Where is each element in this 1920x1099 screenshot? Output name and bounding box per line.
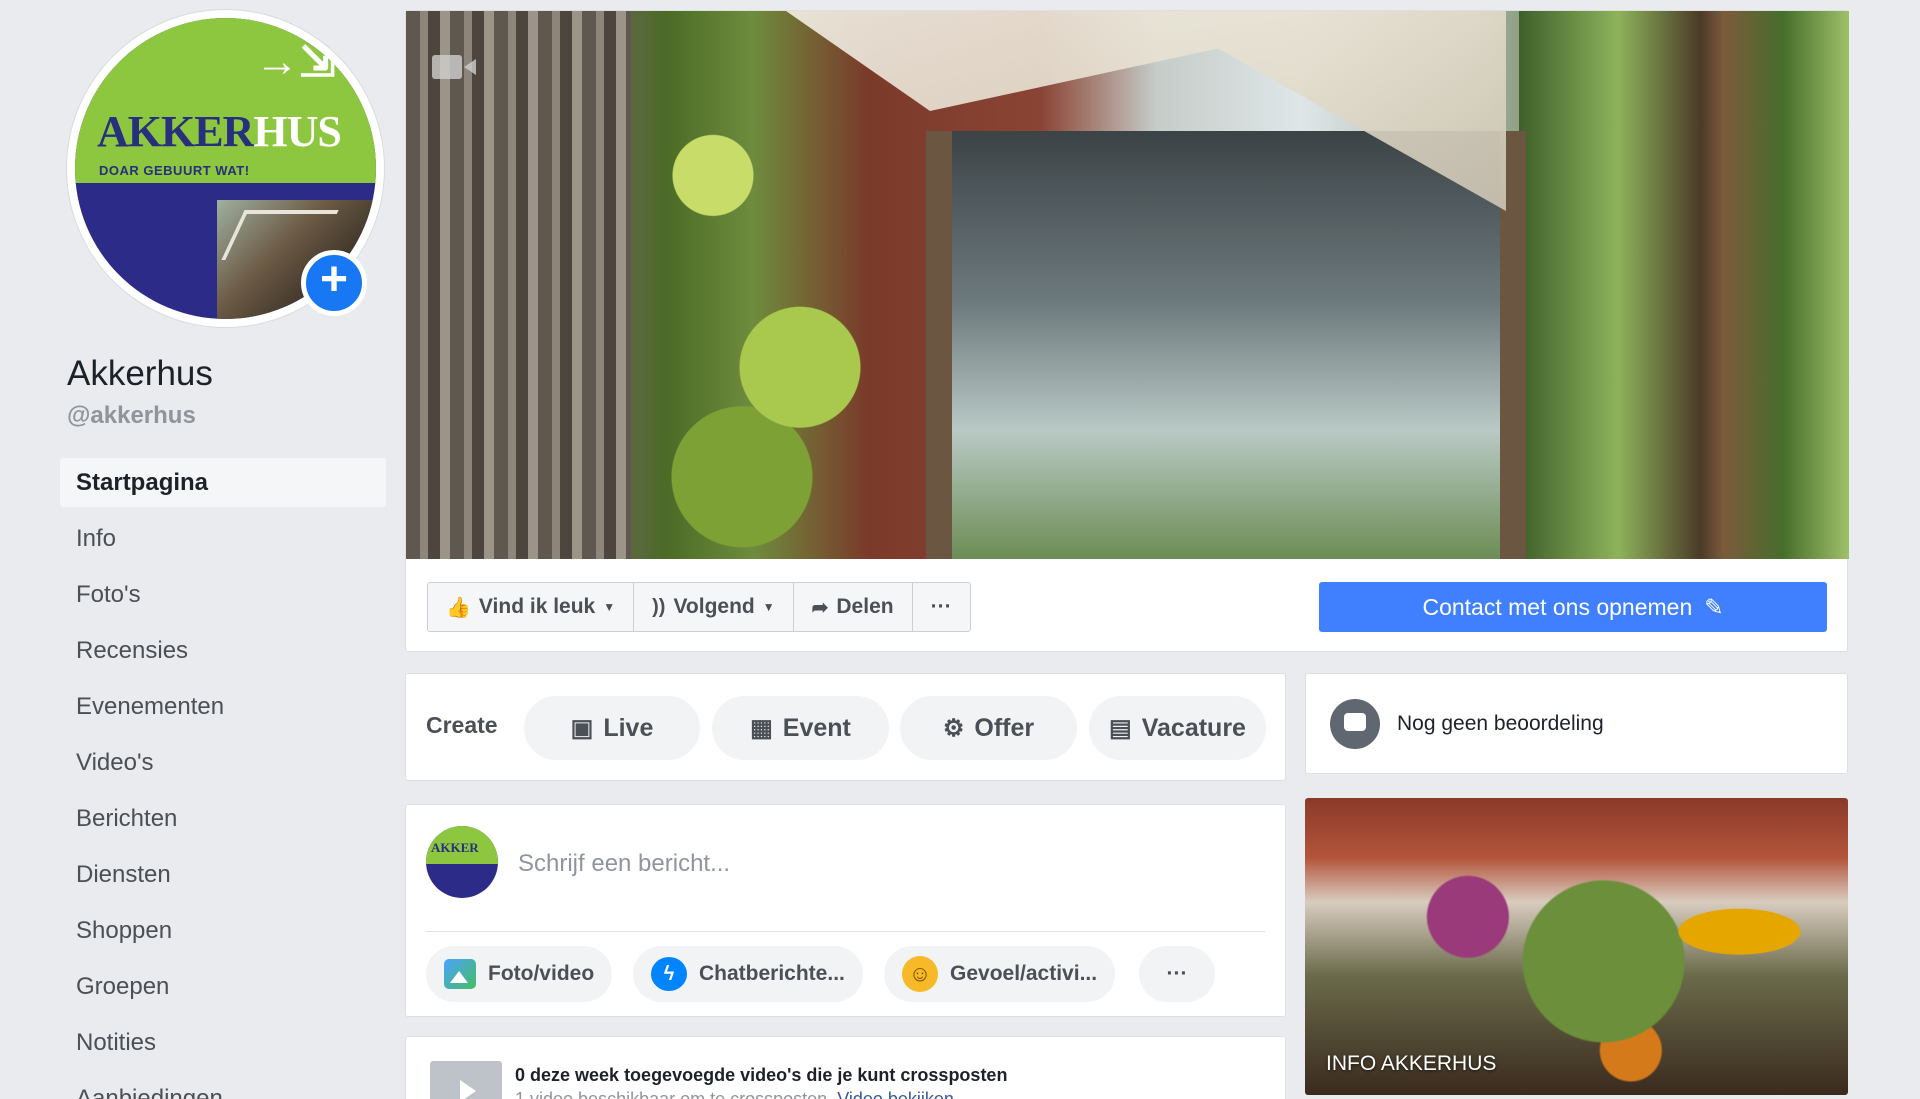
chat-messages-button[interactable]: ϟ Chatberichte... [633,946,863,1002]
crosspost-title: 0 deze week toegevoegde video's die je k… [515,1065,1008,1085]
caret-down-icon: ▼ [603,600,616,614]
sidebar-item-info[interactable]: Info [60,514,386,563]
sidebar-item-startpagina[interactable]: Startpagina [60,458,386,507]
sidebar-item-evenementen[interactable]: Evenementen [60,682,386,731]
create-label: Create [426,712,498,738]
page-name: Akkerhus [67,354,213,393]
follow-button[interactable]: )) Volgend ▼ [634,583,794,631]
calendar-icon: ▦ [750,714,773,742]
sidebar-item-videos[interactable]: Video's [60,738,386,787]
logo-tagline: DOAR GEBUURT WAT! [99,163,250,178]
sidebar-item-notities[interactable]: Notities [60,1018,386,1067]
photo-video-button[interactable]: Foto/video [426,946,613,1002]
share-button[interactable]: ➦ Delen [794,583,913,631]
smiley-icon: ☺ [902,956,938,992]
video-camera-icon[interactable] [432,55,476,79]
logo-wordmark: AKKERHUS [97,107,342,156]
more-dots-icon: ··· [930,595,952,618]
messenger-icon: ϟ [651,957,687,991]
page-actions: 👍 Vind ik leuk ▼ )) Volgend ▼ ➦ Delen ··… [427,582,971,632]
more-actions-button[interactable]: ··· [913,583,970,631]
cover-card: 👍 Vind ik leuk ▼ )) Volgend ▼ ➦ Delen ··… [405,10,1849,652]
review-bubble-icon [1330,699,1380,749]
logo-arrows-icon: →⇲ [255,37,336,86]
sidebar-item-diensten[interactable]: Diensten [60,850,386,899]
rating-status: Nog geen beoordeling [1397,712,1604,735]
cover-photo[interactable] [406,11,1849,559]
info-label: INFO AKKERHUS [1326,1052,1497,1075]
sidebar-item-fotos[interactable]: Foto's [60,570,386,619]
divider [426,931,1265,932]
create-offer-button[interactable]: ⚙ Offer [900,696,1077,760]
create-bar: Create ▣ Live ▦ Event ⚙ Offer ▤ Vacature [405,673,1286,781]
feeling-activity-button[interactable]: ☺ Gevoel/activi... [884,946,1116,1002]
avatar: AKKER [426,826,498,898]
sidebar-item-aanbiedingen[interactable]: Aanbiedingen [60,1074,386,1099]
video-camera-icon: ▣ [570,714,594,742]
sidebar-item-berichten[interactable]: Berichten [60,794,386,843]
info-card[interactable]: INFO AKKERHUS [1305,798,1848,1095]
caret-down-icon: ▼ [762,600,775,614]
share-arrow-icon: ➦ [811,596,829,619]
contact-us-button[interactable]: Contact met ons opnemen ✎ [1319,582,1827,632]
rating-card: Nog geen beoordeling [1305,673,1848,774]
sidebar-item-shoppen[interactable]: Shoppen [60,906,386,955]
briefcase-icon: ▤ [1109,714,1132,742]
video-thumbnail-icon [430,1061,502,1099]
post-composer: AKKER Schrijf een bericht... Foto/video … [405,804,1286,1017]
crosspost-card: 0 deze week toegevoegde video's die je k… [405,1036,1286,1099]
create-vacancy-button[interactable]: ▤ Vacature [1089,696,1266,760]
crosspost-subtitle: 1 video beschikbaar om te crossposten. V… [515,1089,954,1099]
more-dots-icon: ··· [1166,962,1188,985]
rss-icon: )) [652,595,666,618]
sidebar-nav: Startpagina Info Foto's Recensies Evenem… [60,458,386,1099]
percent-badge-icon: ⚙ [942,714,965,742]
info-photo [1305,798,1848,1095]
sidebar-item-recensies[interactable]: Recensies [60,626,386,675]
pencil-icon[interactable]: ✎ [1704,594,1723,621]
photo-icon [444,959,476,989]
page-handle[interactable]: @akkerhus [67,402,196,430]
create-event-button[interactable]: ▦ Event [712,696,889,760]
sidebar-item-groepen[interactable]: Groepen [60,962,386,1011]
more-options-button[interactable]: ··· [1139,946,1215,1002]
composer-input[interactable]: Schrijf een bericht... [518,850,730,878]
create-live-button[interactable]: ▣ Live [524,696,700,760]
add-profile-photo-icon[interactable]: + [301,250,367,316]
view-video-link[interactable]: Video bekijken [837,1089,954,1099]
like-button[interactable]: 👍 Vind ik leuk ▼ [428,583,635,631]
thumbs-up-icon: 👍 [446,596,471,619]
